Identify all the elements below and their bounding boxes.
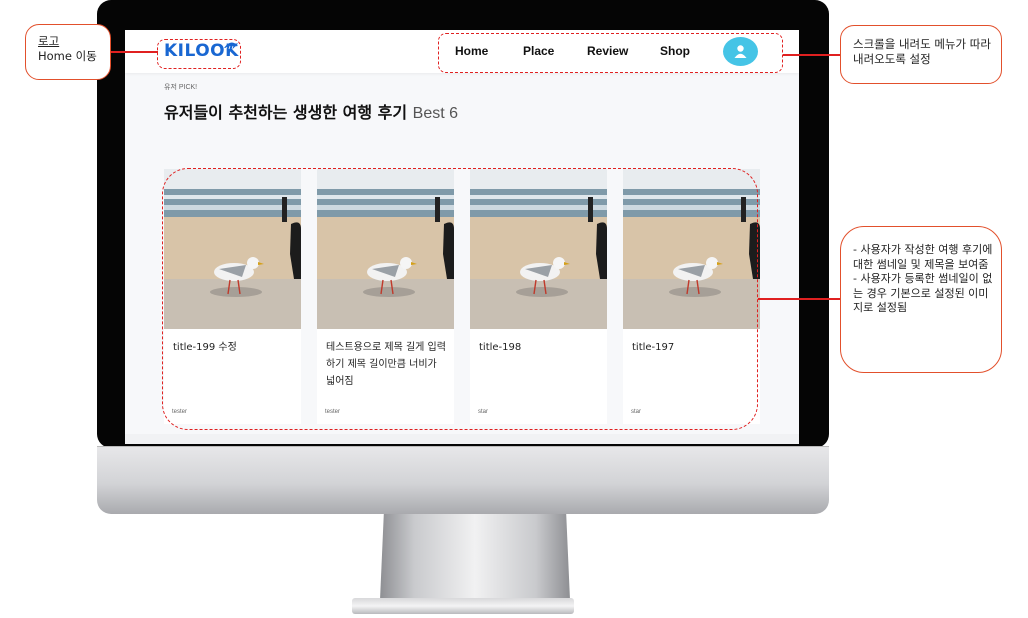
page-bottom-strip: [125, 434, 799, 444]
section-title-best: Best 6: [412, 105, 459, 122]
mockup-stage: KILOOK Home Place Review Shop 유저 PICK! 유…: [0, 0, 1028, 618]
section-eyebrow: 유저 PICK!: [164, 84, 198, 91]
monitor-chin: [97, 446, 829, 514]
cards-annotation: - 사용자가 작성한 여행 후기에 대한 썸네일 및 제목을 보여줌 - 사용자…: [840, 226, 1002, 373]
cards-connector: [758, 298, 840, 300]
menu-connector: [783, 54, 840, 56]
cards-annotation-text: - 사용자가 작성한 여행 후기에 대한 썸네일 및 제목을 보여줌 - 사용자…: [853, 243, 993, 314]
menu-annotation: 스크롤을 내려도 메뉴가 따라 내려오도록 설정: [840, 25, 1002, 84]
logo-connector: [111, 51, 158, 53]
logo-annotation: 로고 Home 이동: [25, 24, 111, 80]
monitor-base: [352, 598, 574, 614]
logo-annotation-desc: Home 이동: [38, 49, 97, 63]
section-title-text: 유저들이 추천하는 생생한 여행 후기: [164, 103, 408, 122]
section-title: 유저들이 추천하는 생생한 여행 후기 Best 6: [164, 99, 458, 123]
logo-highlight: [157, 39, 241, 69]
menu-annotation-text: 스크롤을 내려도 메뉴가 따라 내려오도록 설정: [853, 37, 991, 66]
menu-highlight: [438, 33, 783, 73]
cards-highlight: [162, 168, 758, 430]
logo-annotation-title: 로고: [38, 34, 60, 48]
monitor-stand: [380, 514, 570, 600]
